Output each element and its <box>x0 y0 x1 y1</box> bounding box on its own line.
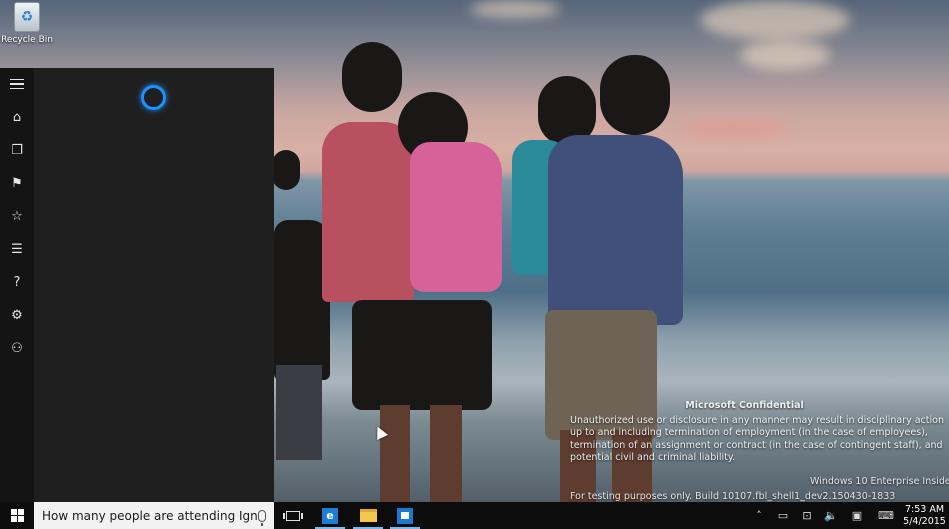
person-shirt <box>548 135 683 325</box>
feedback-icon: ⚇ <box>11 340 23 356</box>
rail-settings-button[interactable]: ⚙ <box>0 302 34 328</box>
network-tray-button[interactable]: ⊡ <box>796 502 818 529</box>
person-head <box>342 42 402 112</box>
cortana-search-box[interactable]: How many people are attending Ignite <box>34 502 274 529</box>
taskbar: How many people are attending Ignite e ˄… <box>0 502 949 529</box>
rail-favorites-button[interactable]: ☆ <box>0 203 34 229</box>
favorites-star-icon: ☆ <box>11 208 23 224</box>
browser-icon: e <box>322 507 338 524</box>
search-input[interactable]: How many people are attending Ignite <box>42 509 258 523</box>
rail-feedback-button[interactable]: ⚇ <box>0 335 34 361</box>
wallpaper-cloud <box>740 40 830 70</box>
person-shorts <box>352 300 492 410</box>
folder-icon <box>359 509 377 522</box>
person-head <box>600 55 670 135</box>
rail-home-button[interactable]: ⌂ <box>0 104 34 130</box>
taskbar-clock[interactable]: 7:53 AM 5/4/2015 <box>900 504 949 528</box>
watermark-edition: Windows 10 Enterprise Insider Preview <box>810 476 949 487</box>
rail-news-button[interactable]: ☰ <box>0 236 34 262</box>
taskbar-edge-button[interactable]: e <box>311 502 349 529</box>
confidential-watermark: Microsoft Confidential Unauthorized use … <box>570 400 949 465</box>
network-icon: ⊡ <box>802 509 812 522</box>
person-legs <box>380 405 410 502</box>
person-shirt <box>322 122 414 302</box>
help-icon: ? <box>13 274 21 290</box>
battery-icon: ▭ <box>777 509 789 522</box>
notifications-icon: ▣ <box>851 509 863 522</box>
hamburger-menu-icon <box>10 78 24 90</box>
cortana-ring-icon <box>141 85 166 110</box>
microphone-icon[interactable] <box>258 509 266 526</box>
person-legs <box>430 405 462 502</box>
clock-date: 5/4/2015 <box>903 516 946 527</box>
cortana-nav-rail: ⌂ ❐ ⚑ ☆ ☰ ? ⚙ ⚇ <box>0 68 34 502</box>
home-icon: ⌂ <box>12 109 22 125</box>
wallpaper-cloud <box>470 0 560 18</box>
watermark-build: For testing purposes only. Build 10107.f… <box>570 491 896 502</box>
show-hidden-icons-button[interactable]: ˄ <box>748 502 770 529</box>
wallpaper-cloud <box>680 120 790 136</box>
start-button[interactable] <box>0 502 34 529</box>
watermark-title: Microsoft Confidential <box>685 400 804 411</box>
reminders-flag-icon: ⚑ <box>11 175 23 191</box>
rail-reminders-button[interactable]: ⚑ <box>0 170 34 196</box>
cortana-panel: ⌂ ❐ ⚑ ☆ ☰ ? ⚙ ⚇ <box>0 68 274 502</box>
store-icon <box>397 507 413 524</box>
notebook-icon: ❐ <box>11 142 23 158</box>
recycle-bin-desktop-icon[interactable]: ♻ Recycle Bin <box>1 2 53 50</box>
settings-gear-icon: ⚙ <box>11 307 23 323</box>
volume-icon: 🔈 <box>824 509 838 522</box>
volume-tray-button[interactable]: 🔈 <box>820 502 842 529</box>
rail-notebook-button[interactable]: ❐ <box>0 137 34 163</box>
keyboard-icon: ⌨ <box>878 509 894 522</box>
recycle-bin-label: Recycle Bin <box>1 35 53 45</box>
watermark-body: Unauthorized use or disclosure in any ma… <box>570 414 944 464</box>
clock-time: 7:53 AM <box>904 504 945 515</box>
recycle-bin-icon: ♻ <box>14 2 40 32</box>
battery-tray-button[interactable]: ▭ <box>772 502 794 529</box>
person-head <box>272 150 300 190</box>
person-dress <box>410 142 502 292</box>
windows-logo-icon <box>10 509 24 522</box>
task-view-icon <box>283 510 303 521</box>
wallpaper-cloud <box>700 0 850 40</box>
action-center-button[interactable]: ▣ <box>846 502 868 529</box>
task-view-button[interactable] <box>274 502 312 529</box>
taskbar-file-explorer-button[interactable] <box>349 502 387 529</box>
hamburger-menu-button[interactable] <box>0 71 34 97</box>
touch-keyboard-button[interactable]: ⌨ <box>874 502 898 529</box>
news-list-icon: ☰ <box>11 241 23 257</box>
person-shorts <box>276 365 322 460</box>
rail-help-button[interactable]: ? <box>0 269 34 295</box>
taskbar-store-button[interactable] <box>386 502 424 529</box>
chevron-up-icon: ˄ <box>756 509 762 522</box>
